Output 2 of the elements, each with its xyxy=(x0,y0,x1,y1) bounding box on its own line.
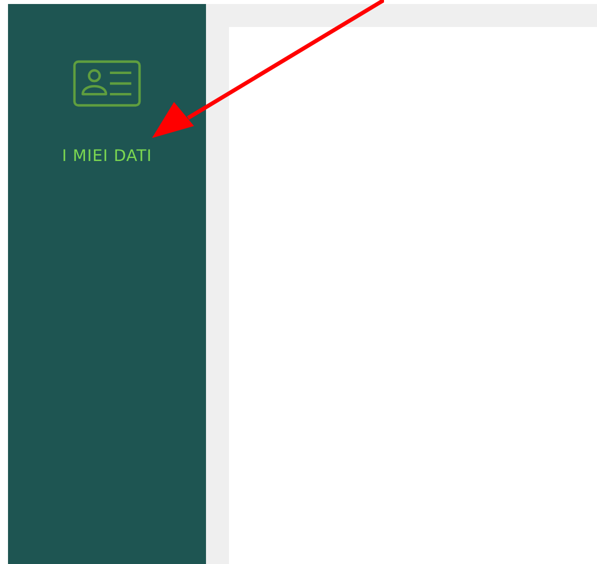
sidebar-link[interactable]: I MIEI DATI xyxy=(62,147,152,165)
id-card-icon[interactable] xyxy=(72,60,141,107)
